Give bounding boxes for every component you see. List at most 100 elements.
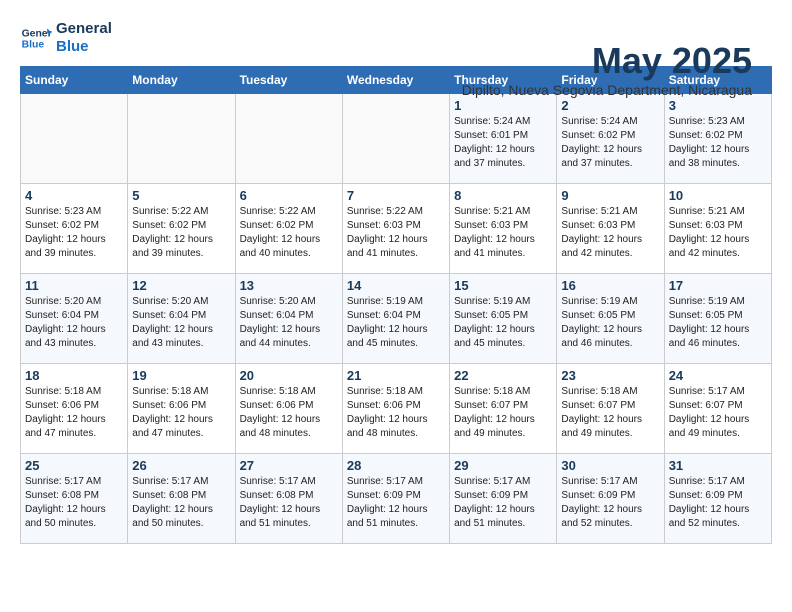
calendar-week-3: 11 Sunrise: 5:20 AM Sunset: 6:04 PM Dayli…	[21, 274, 772, 364]
calendar-cell: 16Sunrise: 5:19 AM Sunset: 6:05 PM Dayli…	[557, 274, 664, 364]
day-number: 24	[669, 368, 767, 383]
day-info: Sunrise: 5:19 AM Sunset: 6:05 PM Dayligh…	[561, 295, 659, 351]
top-section: General Blue General Blue May 2025 Dipil…	[20, 20, 772, 56]
day-number: 10	[669, 188, 767, 203]
calendar-cell: 17 Sunrise: 5:19 AM Sunset: 6:05 PM Dayli…	[664, 274, 771, 364]
day-number: 21	[347, 368, 445, 383]
calendar-cell: 25 Sunrise: 5:17 AM Sunset: 6:08 PM Dayli…	[21, 454, 128, 544]
svg-text:Blue: Blue	[22, 40, 45, 51]
day-info: Sunrise: 5:22 AM Sunset: 6:03 PM Dayligh…	[347, 205, 445, 261]
day-number: 25	[25, 458, 123, 473]
day-number: 5	[132, 188, 230, 203]
calendar-week-5: 25 Sunrise: 5:17 AM Sunset: 6:08 PM Dayli…	[21, 454, 772, 544]
calendar-cell	[342, 94, 449, 184]
day-number: 12	[132, 278, 230, 293]
day-number: 3	[669, 98, 767, 113]
calendar-cell: 9 Sunrise: 5:21 AM Sunset: 6:03 PM Daylig…	[557, 184, 664, 274]
calendar-cell: 24 Sunrise: 5:17 AM Sunset: 6:07 PM Dayli…	[664, 364, 771, 454]
logo-icon: General Blue	[20, 22, 52, 54]
header-cell-sunday: Sunday	[21, 67, 128, 94]
day-number: 20	[240, 368, 338, 383]
day-info: Sunrise: 5:21 AM Sunset: 6:03 PM Dayligh…	[561, 205, 659, 261]
calendar-cell: 15 Sunrise: 5:19 AM Sunset: 6:05 PM Dayli…	[450, 274, 557, 364]
day-number: 27	[240, 458, 338, 473]
day-number: 28	[347, 458, 445, 473]
calendar-cell: 23Sunrise: 5:18 AM Sunset: 6:07 PM Dayli…	[557, 364, 664, 454]
calendar-cell	[21, 94, 128, 184]
day-info: Sunrise: 5:17 AM Sunset: 6:09 PM Dayligh…	[669, 475, 767, 531]
header-cell-monday: Monday	[128, 67, 235, 94]
day-info: Sunrise: 5:17 AM Sunset: 6:08 PM Dayligh…	[240, 475, 338, 531]
day-number: 14	[347, 278, 445, 293]
day-info: Sunrise: 5:17 AM Sunset: 6:08 PM Dayligh…	[132, 475, 230, 531]
day-info: Sunrise: 5:20 AM Sunset: 6:04 PM Dayligh…	[240, 295, 338, 351]
day-number: 31	[669, 458, 767, 473]
day-info: Sunrise: 5:18 AM Sunset: 6:07 PM Dayligh…	[454, 385, 552, 441]
calendar-cell: 8 Sunrise: 5:21 AM Sunset: 6:03 PM Daylig…	[450, 184, 557, 274]
day-info: Sunrise: 5:18 AM Sunset: 6:06 PM Dayligh…	[25, 385, 123, 441]
location-title: Dipilto, Nueva Segovia Department, Nicar…	[462, 82, 752, 98]
calendar-cell: 5 Sunrise: 5:22 AM Sunset: 6:02 PM Daylig…	[128, 184, 235, 274]
day-number: 11	[25, 278, 123, 293]
calendar-cell: 26 Sunrise: 5:17 AM Sunset: 6:08 PM Dayli…	[128, 454, 235, 544]
day-info: Sunrise: 5:24 AM Sunset: 6:02 PM Dayligh…	[561, 115, 659, 171]
calendar-cell: 13 Sunrise: 5:20 AM Sunset: 6:04 PM Dayli…	[235, 274, 342, 364]
day-number: 6	[240, 188, 338, 203]
day-number: 23	[561, 368, 659, 383]
title-area: May 2025 Dipilto, Nueva Segovia Departme…	[462, 40, 752, 98]
calendar-cell: 28 Sunrise: 5:17 AM Sunset: 6:09 PM Dayli…	[342, 454, 449, 544]
day-number: 17	[669, 278, 767, 293]
calendar-cell: 22 Sunrise: 5:18 AM Sunset: 6:07 PM Dayli…	[450, 364, 557, 454]
day-number: 1	[454, 98, 552, 113]
calendar-cell: 19 Sunrise: 5:18 AM Sunset: 6:06 PM Dayli…	[128, 364, 235, 454]
calendar-cell: 29Sunrise: 5:17 AM Sunset: 6:09 PM Dayli…	[450, 454, 557, 544]
day-info: Sunrise: 5:19 AM Sunset: 6:05 PM Dayligh…	[454, 295, 552, 351]
calendar-cell: 30 Sunrise: 5:17 AM Sunset: 6:09 PM Dayli…	[557, 454, 664, 544]
day-number: 2	[561, 98, 659, 113]
calendar-cell: 2 Sunrise: 5:24 AM Sunset: 6:02 PM Daylig…	[557, 94, 664, 184]
calendar-cell: 20 Sunrise: 5:18 AM Sunset: 6:06 PM Dayli…	[235, 364, 342, 454]
day-number: 8	[454, 188, 552, 203]
day-number: 4	[25, 188, 123, 203]
day-number: 9	[561, 188, 659, 203]
calendar-cell	[128, 94, 235, 184]
day-info: Sunrise: 5:20 AM Sunset: 6:04 PM Dayligh…	[132, 295, 230, 351]
calendar-body: 1 Sunrise: 5:24 AM Sunset: 6:01 PM Daylig…	[21, 94, 772, 544]
day-info: Sunrise: 5:23 AM Sunset: 6:02 PM Dayligh…	[669, 115, 767, 171]
day-number: 22	[454, 368, 552, 383]
calendar-cell: 4 Sunrise: 5:23 AM Sunset: 6:02 PM Daylig…	[21, 184, 128, 274]
calendar-cell: 1 Sunrise: 5:24 AM Sunset: 6:01 PM Daylig…	[450, 94, 557, 184]
day-info: Sunrise: 5:18 AM Sunset: 6:06 PM Dayligh…	[240, 385, 338, 441]
day-info: Sunrise: 5:17 AM Sunset: 6:08 PM Dayligh…	[25, 475, 123, 531]
day-info: Sunrise: 5:24 AM Sunset: 6:01 PM Dayligh…	[454, 115, 552, 171]
day-info: Sunrise: 5:21 AM Sunset: 6:03 PM Dayligh…	[669, 205, 767, 261]
day-info: Sunrise: 5:17 AM Sunset: 6:09 PM Dayligh…	[454, 475, 552, 531]
day-info: Sunrise: 5:21 AM Sunset: 6:03 PM Dayligh…	[454, 205, 552, 261]
day-info: Sunrise: 5:23 AM Sunset: 6:02 PM Dayligh…	[25, 205, 123, 261]
day-info: Sunrise: 5:17 AM Sunset: 6:07 PM Dayligh…	[669, 385, 767, 441]
day-info: Sunrise: 5:18 AM Sunset: 6:06 PM Dayligh…	[347, 385, 445, 441]
day-info: Sunrise: 5:17 AM Sunset: 6:09 PM Dayligh…	[561, 475, 659, 531]
logo-general: General	[56, 20, 112, 38]
calendar-table: SundayMondayTuesdayWednesdayThursdayFrid…	[20, 66, 772, 544]
day-number: 30	[561, 458, 659, 473]
calendar-cell: 14Sunrise: 5:19 AM Sunset: 6:04 PM Dayli…	[342, 274, 449, 364]
day-number: 15	[454, 278, 552, 293]
day-number: 13	[240, 278, 338, 293]
calendar-week-1: 1 Sunrise: 5:24 AM Sunset: 6:01 PM Daylig…	[21, 94, 772, 184]
calendar-week-2: 4 Sunrise: 5:23 AM Sunset: 6:02 PM Daylig…	[21, 184, 772, 274]
calendar-cell: 3 Sunrise: 5:23 AM Sunset: 6:02 PM Daylig…	[664, 94, 771, 184]
day-number: 19	[132, 368, 230, 383]
month-title: May 2025	[462, 40, 752, 82]
day-info: Sunrise: 5:22 AM Sunset: 6:02 PM Dayligh…	[132, 205, 230, 261]
day-number: 7	[347, 188, 445, 203]
calendar-cell: 21 Sunrise: 5:18 AM Sunset: 6:06 PM Dayli…	[342, 364, 449, 454]
day-number: 26	[132, 458, 230, 473]
day-info: Sunrise: 5:22 AM Sunset: 6:02 PM Dayligh…	[240, 205, 338, 261]
day-info: Sunrise: 5:17 AM Sunset: 6:09 PM Dayligh…	[347, 475, 445, 531]
day-info: Sunrise: 5:18 AM Sunset: 6:06 PM Dayligh…	[132, 385, 230, 441]
calendar-cell: 10 Sunrise: 5:21 AM Sunset: 6:03 PM Dayli…	[664, 184, 771, 274]
day-info: Sunrise: 5:20 AM Sunset: 6:04 PM Dayligh…	[25, 295, 123, 351]
calendar-cell: 31 Sunrise: 5:17 AM Sunset: 6:09 PM Dayli…	[664, 454, 771, 544]
day-info: Sunrise: 5:19 AM Sunset: 6:05 PM Dayligh…	[669, 295, 767, 351]
